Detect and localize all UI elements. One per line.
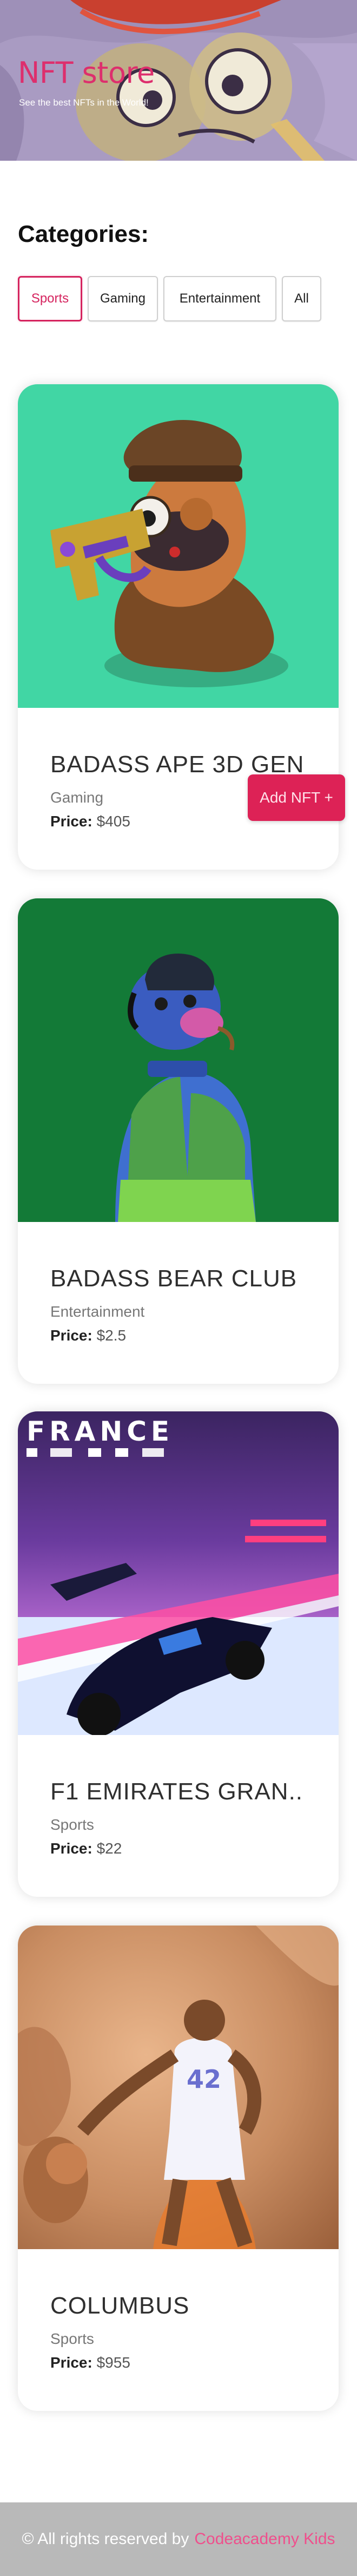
nft-card[interactable]: 42 COLUMBUS Sports Price: $955 [18,1926,339,2411]
nft-category: Entertainment [50,1303,145,1320]
jersey-number: 42 [187,2065,221,2094]
price-value: $405 [96,813,130,830]
bear-character-image [115,954,256,1222]
category-chip-gaming[interactable]: Gaming [88,276,158,321]
hero-title: NFT store [18,56,155,90]
worm-character-image [50,420,288,687]
nft-category: Sports [50,2330,94,2347]
nft-card[interactable]: FRANCE F1 EMIRATES GRAN... Sports Price:… [18,1411,339,1897]
footer-link[interactable]: Codeacademy Kids [194,2530,335,2548]
nft-price: Price: $22 [50,1840,122,1857]
price-label: Price: [50,1840,92,1857]
category-chip-sports[interactable]: Sports [18,276,82,321]
nft-title: BADASS BEAR CLUB ... [50,1265,305,1292]
basketball-player-image: 42 [18,1926,339,2249]
nft-image: FRANCE [18,1411,339,1735]
footer: © All rights reserved by Codeacademy Kid… [0,2502,357,2576]
categories-heading: Categories: [18,221,149,247]
nft-image [18,898,339,1222]
nft-price: Price: $2.5 [50,1327,126,1344]
price-label: Price: [50,1327,92,1344]
footer-copyright: © All rights reserved by [22,2530,189,2548]
add-nft-button[interactable]: Add NFT + [248,774,345,821]
category-chip-all[interactable]: All [282,276,321,321]
price-value: $2.5 [96,1327,127,1344]
price-value: $955 [96,2354,130,2371]
price-label: Price: [50,813,92,830]
nft-image: 42 [18,1926,339,2249]
hero-banner: NFT store See the best NFTs in the World… [0,0,357,161]
nft-price: Price: $405 [50,813,130,830]
hero-subtitle: See the best NFTs in the World! [19,97,149,108]
category-chip-entertainment[interactable]: Entertainment [163,276,276,321]
nft-card[interactable]: BADASS BEAR CLUB ... Entertainment Price… [18,898,339,1384]
price-value: $22 [96,1840,122,1857]
nft-category: Sports [50,1816,94,1833]
france-text: FRANCE [27,1416,174,1447]
price-label: Price: [50,2354,92,2371]
nft-price: Price: $955 [50,2354,130,2371]
f1-race-image: FRANCE [18,1416,339,1735]
nft-title: COLUMBUS [50,2292,190,2319]
nft-title: F1 EMIRATES GRAN... [50,1778,305,1805]
nft-image [18,384,339,708]
nft-category: Gaming [50,789,104,806]
